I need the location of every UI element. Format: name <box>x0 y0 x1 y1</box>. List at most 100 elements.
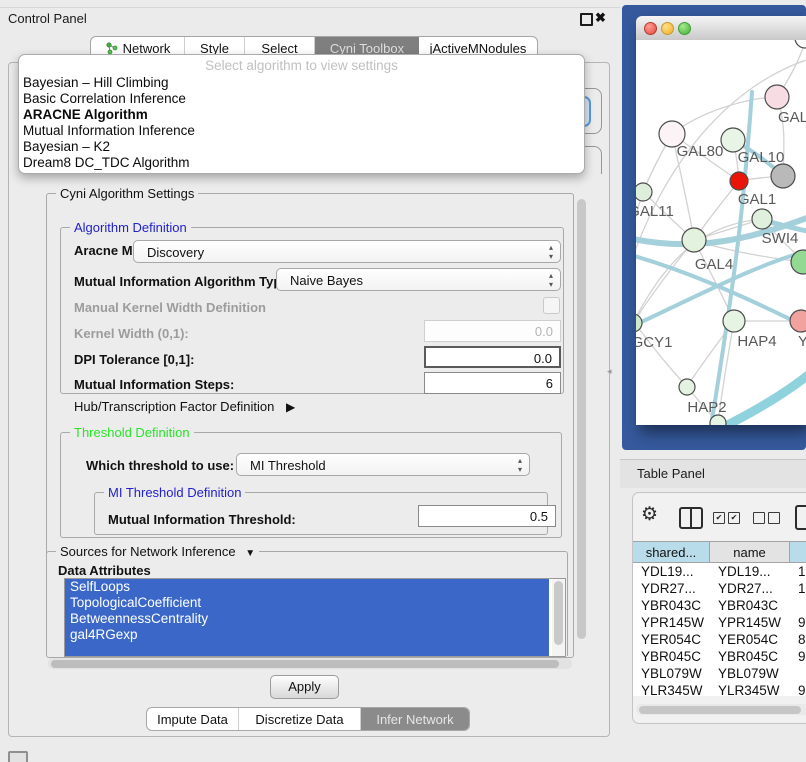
table-row[interactable]: YBR045CYBR045C9. <box>633 648 806 665</box>
label-gal80: GAL80 <box>677 143 724 160</box>
combo-stepper-icon: ▴▾ <box>549 271 553 289</box>
table-row[interactable]: YLR345WYLR345W9. <box>633 682 806 696</box>
unselect-all-icon[interactable] <box>753 512 765 524</box>
node-swi4[interactable] <box>752 209 772 229</box>
mi-threshold-field[interactable]: 0.5 <box>418 505 556 527</box>
unselect-all-icon2[interactable] <box>768 512 780 524</box>
label-y-cut: Y <box>798 333 806 350</box>
cyni-algorithm-settings-title: Cyni Algorithm Settings <box>56 186 198 201</box>
node-gal11[interactable] <box>636 183 652 201</box>
table-row[interactable]: YDL19...YDL19...13 <box>633 563 806 580</box>
label-gal1: GAL1 <box>738 191 776 208</box>
attributes-scrollbar-thumb[interactable] <box>554 581 563 645</box>
algorithm-option-aracne[interactable]: ARACNE Algorithm <box>19 107 584 123</box>
settings-vertical-scrollbar[interactable] <box>575 196 588 655</box>
attributes-list-scrollbar[interactable] <box>552 579 565 656</box>
settings-vscrollbar-thumb[interactable] <box>577 199 586 639</box>
mi-steps-field[interactable]: 6 <box>424 372 561 394</box>
attribute-topologicalcoefficient[interactable]: TopologicalCoefficient <box>65 595 549 611</box>
column-header-name[interactable]: name <box>710 542 790 562</box>
combo-stepper-icon: ▴▾ <box>518 456 522 474</box>
attribute-betweennesscentrality[interactable]: BetweennessCentrality <box>65 611 549 627</box>
table-row[interactable]: YER054CYER054C8. <box>633 631 806 648</box>
node-hap2[interactable] <box>679 379 695 395</box>
mi-threshold-label: Mutual Information Threshold: <box>108 512 296 527</box>
node-bottom[interactable] <box>710 415 726 425</box>
tab-discretize-data[interactable]: Discretize Data <box>239 708 361 730</box>
attribute-selfloops[interactable]: SelfLoops <box>65 579 549 595</box>
algorithm-popup-placeholder: Select algorithm to view settings <box>19 58 584 75</box>
collapse-down-icon[interactable]: ▼ <box>245 548 255 559</box>
close-panel-icon[interactable]: ✖ <box>595 10 606 26</box>
label-gal4: GAL4 <box>695 256 733 273</box>
algorithm-option-mutual-information[interactable]: Mutual Information Inference <box>19 123 584 139</box>
aracne-mode-value: Discovery <box>147 245 204 260</box>
column-header-shared-name[interactable]: shared... <box>633 542 710 562</box>
node-gal4[interactable] <box>682 228 706 252</box>
node-gal-pink[interactable] <box>765 85 789 109</box>
table-hscrollbar-thumb[interactable] <box>639 706 801 714</box>
table-row[interactable]: YDR27...YDR27...12 <box>633 580 806 597</box>
kernel-width-field[interactable]: 0.0 <box>424 320 561 342</box>
zoom-window-icon[interactable] <box>678 22 691 35</box>
dpi-tolerance-label: DPI Tolerance [0,1]: <box>74 352 194 367</box>
algorithm-dropdown-popup: Select algorithm to view settings Bayesi… <box>18 54 585 174</box>
attribute-gal4rgexp[interactable]: gal4RGexp <box>65 627 549 643</box>
mi-algorithm-type-combo[interactable]: Naive Bayes ▴▾ <box>276 268 561 291</box>
aracne-mode-combo[interactable]: Discovery ▴▾ <box>133 240 561 263</box>
close-window-icon[interactable] <box>644 22 657 35</box>
node-gcy1[interactable] <box>636 314 642 332</box>
float-panel-icon[interactable] <box>580 13 593 26</box>
algorithm-option-bayesian-k2[interactable]: Bayesian – K2 <box>19 139 584 155</box>
dpi-tolerance-field[interactable]: 0.0 <box>424 346 561 368</box>
table-body: YDL19...YDL19...13 YDR27...YDR27...12 YB… <box>633 563 806 696</box>
which-threshold-combo[interactable]: MI Threshold ▴▾ <box>236 453 530 476</box>
minimized-panel-icon[interactable] <box>8 751 28 762</box>
mi-threshold-group-title: MI Threshold Definition <box>104 485 245 500</box>
tab-infer-network[interactable]: Infer Network <box>361 708 469 730</box>
manual-kernel-width-label: Manual Kernel Width Definition <box>74 300 266 315</box>
hub-definition-expander[interactable]: Hub/Transcription Factor Definition ▶ <box>74 399 295 414</box>
function-builder-icon[interactable] <box>795 505 806 530</box>
data-attributes-list[interactable]: SelfLoops TopologicalCoefficient Between… <box>64 578 566 657</box>
splitpane-collapse-icon[interactable]: ◂ <box>607 366 612 377</box>
node-hap4[interactable] <box>723 310 745 332</box>
table-panel: ⚙ ✔ ✔ shared... name YDL19...YDL19...13 … <box>632 492 806 724</box>
algorithm-option-basic-correlation[interactable]: Basic Correlation Inference <box>19 91 584 107</box>
manual-kernel-width-checkbox[interactable] <box>543 297 560 314</box>
tab-impute-data[interactable]: Impute Data <box>147 708 239 730</box>
table-row[interactable]: YPR145WYPR145W9. <box>633 614 806 631</box>
columns-icon[interactable] <box>679 507 703 529</box>
network-canvas[interactable]: GAL80 GAL10 GAL1 GAL11 SWI4 GAL4 GCY1 HA… <box>636 40 806 425</box>
network-window-titlebar[interactable] <box>636 16 806 41</box>
table-header-row: shared... name <box>633 541 806 563</box>
select-all-check-icon2[interactable]: ✔ <box>728 512 740 524</box>
network-window[interactable]: GAL80 GAL10 GAL1 GAL11 SWI4 GAL4 GCY1 HA… <box>636 16 806 425</box>
settings-horizontal-scrollbar[interactable] <box>48 658 572 669</box>
algorithm-option-bayesian-hill-climbing[interactable]: Bayesian – Hill Climbing <box>19 75 584 91</box>
node-gray[interactable] <box>771 164 795 188</box>
table-panel-title: Table Panel <box>637 466 705 481</box>
node-gal1-red[interactable] <box>730 172 748 190</box>
table-row[interactable]: YBR043CYBR043C <box>633 597 806 614</box>
settings-hscrollbar-thumb[interactable] <box>51 660 559 668</box>
bottom-tabbar: Impute Data Discretize Data Infer Networ… <box>146 707 470 731</box>
algorithm-option-dream8[interactable]: Dream8 DC_TDC Algorithm <box>19 155 584 171</box>
mi-algorithm-type-value: Naive Bayes <box>290 273 363 288</box>
node-salmon-right[interactable] <box>790 310 806 332</box>
sources-group-title[interactable]: Sources for Network Inference ▼ <box>56 544 259 559</box>
table-horizontal-scrollbar[interactable] <box>636 704 806 715</box>
minimize-window-icon[interactable] <box>661 22 674 35</box>
apply-button[interactable]: Apply <box>270 675 339 699</box>
select-all-check-icon[interactable]: ✔ <box>713 512 725 524</box>
expand-right-icon[interactable]: ▶ <box>286 400 295 414</box>
sources-title-label: Sources for Network Inference <box>60 544 236 559</box>
control-panel-title: Control Panel <box>8 11 87 26</box>
network-graph: GAL80 GAL10 GAL1 GAL11 SWI4 GAL4 GCY1 HA… <box>636 40 806 425</box>
table-row[interactable]: YBL079WYBL079W <box>633 665 806 682</box>
threshold-definition-title: Threshold Definition <box>70 425 194 440</box>
gear-icon[interactable]: ⚙ <box>641 505 658 525</box>
node-unnamed-top[interactable] <box>795 40 806 48</box>
attribute-partial-row[interactable] <box>65 643 549 657</box>
column-header-cut[interactable] <box>790 542 806 562</box>
